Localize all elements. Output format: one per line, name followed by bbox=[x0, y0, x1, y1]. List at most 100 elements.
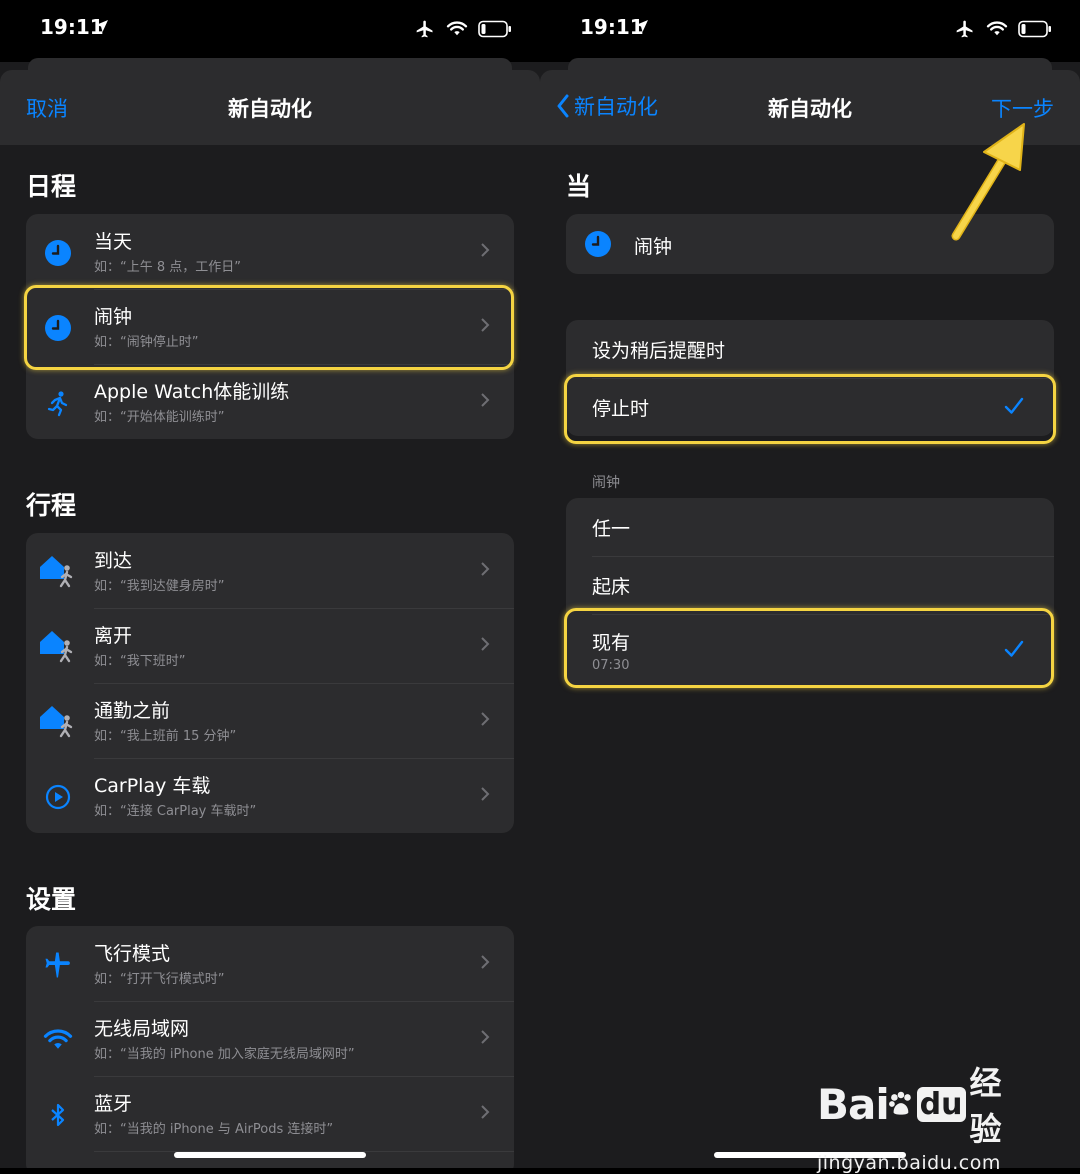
list-item-apple-watch-workout[interactable]: Apple Watch体能训练 如：“开始体能训练时” bbox=[26, 364, 514, 439]
settings-card: 飞行模式 如：“打开飞行模式时” 无线局域网 如：“当我的 iPhone 加入家… bbox=[26, 926, 514, 1168]
list-item-subtitle: 如：“闹钟停止时” bbox=[94, 335, 199, 350]
list-item-subtitle: 如：“我上班前 15 分钟” bbox=[94, 729, 237, 744]
annotation-arrow-icon bbox=[951, 123, 1025, 241]
running-figure-icon bbox=[47, 391, 68, 417]
checkmark-icon bbox=[1004, 397, 1024, 414]
list-item-title: CarPlay 车载 bbox=[94, 775, 211, 797]
chevron-right-icon bbox=[481, 1105, 490, 1119]
group-label-alarm: 闹钟 bbox=[592, 475, 620, 491]
option-label: 设为稍后提醒时 bbox=[592, 340, 726, 362]
clock-icon bbox=[45, 315, 71, 341]
list-item-before-commute[interactable]: 通勤之前 如：“我上班前 15 分钟” bbox=[26, 683, 514, 758]
airplane-mode-icon bbox=[956, 20, 973, 38]
list-item-arrive[interactable]: 到达 如：“我到达健身房时” bbox=[26, 533, 514, 608]
page-title: 新自动化 bbox=[228, 97, 312, 121]
option-existing[interactable]: 现有 07:30 bbox=[566, 614, 1054, 686]
list-item-subtitle: 如：“我下班时” bbox=[94, 654, 186, 669]
wifi-icon bbox=[986, 21, 1008, 36]
list-item-carplay[interactable]: CarPlay 车载 如：“连接 CarPlay 车载时” bbox=[26, 758, 514, 833]
chevron-right-icon bbox=[481, 318, 490, 332]
chevron-right-icon bbox=[481, 787, 490, 801]
trigger-list[interactable]: 日程 当天 如：“上午 8 点，工作日” 闹钟 如：“闹钟停止时” Apple … bbox=[0, 145, 540, 1168]
schedule-card: 当天 如：“上午 8 点，工作日” 闹钟 如：“闹钟停止时” Apple Wat… bbox=[26, 214, 514, 439]
event-options: 设为稍后提醒时 停止时 bbox=[566, 320, 1054, 436]
section-header-settings: 设置 bbox=[26, 885, 77, 914]
carplay-icon bbox=[45, 784, 71, 810]
chevron-right-icon bbox=[481, 243, 490, 257]
list-item-airplane-mode[interactable]: 飞行模式 如：“打开飞行模式时” bbox=[26, 926, 514, 1001]
list-item-subtitle: 如：“当我的 iPhone 加入家庭无线局域网时” bbox=[94, 1047, 355, 1062]
trigger-detail: 当 闹钟 设为稍后提醒时 停止时 闹钟 任一 起床 现有 07:30 bbox=[540, 145, 1080, 1168]
chevron-right-icon bbox=[481, 637, 490, 651]
airplane-icon bbox=[45, 952, 70, 978]
list-item-subtitle: 如：“开始体能训练时” bbox=[94, 410, 225, 425]
option-label: 停止时 bbox=[592, 398, 650, 420]
list-item-subtitle: 如：“连接 CarPlay 车载时” bbox=[94, 804, 257, 819]
list-item-title: 当天 bbox=[94, 231, 133, 253]
status-bar: 19:11 bbox=[540, 0, 1080, 62]
option-snoozed[interactable]: 设为稍后提醒时 bbox=[566, 320, 1054, 378]
status-icons bbox=[954, 19, 1052, 39]
chevron-right-icon bbox=[481, 393, 490, 407]
clock-icon bbox=[45, 240, 71, 266]
list-item-wifi[interactable]: 无线局域网 如：“当我的 iPhone 加入家庭无线局域网时” bbox=[26, 1001, 514, 1076]
list-item-title: 飞行模式 bbox=[94, 943, 171, 965]
watermark-url: jingyan.baidu.com bbox=[817, 1152, 1001, 1174]
airplane-mode-icon bbox=[416, 20, 433, 38]
option-label: 任一 bbox=[592, 518, 631, 540]
home-person-icon bbox=[40, 631, 73, 663]
chevron-right-icon bbox=[481, 1030, 490, 1044]
option-label: 现有 bbox=[592, 632, 631, 654]
alarm-options: 任一 起床 现有 07:30 bbox=[566, 498, 1054, 686]
wifi-icon bbox=[43, 1029, 73, 1049]
section-header-when: 当 bbox=[566, 172, 592, 201]
home-indicator bbox=[174, 1152, 366, 1158]
right-screen: 19:11 新自动化 新自动化 下一步 当 闹钟 设为稍后提醒时 停止时 闹钟 … bbox=[540, 0, 1080, 1168]
home-person-icon bbox=[40, 556, 73, 588]
status-icons bbox=[414, 19, 512, 39]
watermark: Bai du 经验 jingyan.baidu.com bbox=[817, 1058, 1022, 1174]
watermark-bai: Bai bbox=[817, 1079, 890, 1129]
left-screen: 19:11 取消 新自动化 日程 当天 如：“上午 8 点，工作日” 闹钟 如：… bbox=[0, 0, 540, 1168]
list-item-title: 通勤之前 bbox=[94, 700, 171, 722]
home-person-icon bbox=[40, 706, 73, 738]
list-item-title: 闹钟 bbox=[94, 306, 133, 328]
list-item-title: Apple Watch体能训练 bbox=[94, 381, 290, 403]
list-item-subtitle: 如：“当我的 iPhone 与 AirPods 连接时” bbox=[94, 1122, 334, 1137]
chevron-right-icon bbox=[481, 562, 490, 576]
list-item-subtitle: 如：“我到达健身房时” bbox=[94, 579, 225, 594]
battery-icon bbox=[478, 20, 511, 38]
list-item-title: 到达 bbox=[94, 550, 133, 572]
nav-bar: 取消 新自动化 bbox=[0, 70, 540, 145]
travel-card: 到达 如：“我到达健身房时” 离开 如：“我下班时” 通勤之前 如：“我上班前 … bbox=[26, 533, 514, 833]
option-stopped[interactable]: 停止时 bbox=[566, 378, 1054, 436]
option-wake-up[interactable]: 起床 bbox=[566, 556, 1054, 614]
list-item-bluetooth[interactable]: 蓝牙 如：“当我的 iPhone 与 AirPods 连接时” bbox=[26, 1076, 514, 1151]
list-item-title: 离开 bbox=[94, 625, 133, 647]
list-item-title: 蓝牙 bbox=[94, 1093, 133, 1115]
watermark-jingyan: 经验 bbox=[969, 1064, 1002, 1148]
bluetooth-icon bbox=[51, 1103, 65, 1127]
clock-icon bbox=[585, 231, 611, 257]
chevron-right-icon bbox=[481, 712, 490, 726]
chevron-right-icon bbox=[481, 955, 490, 969]
wifi-icon bbox=[446, 21, 468, 36]
status-bar: 19:11 bbox=[0, 0, 540, 62]
option-any[interactable]: 任一 bbox=[566, 498, 1054, 556]
section-header-travel: 行程 bbox=[26, 491, 77, 520]
section-header-schedule: 日程 bbox=[26, 172, 77, 201]
battery-icon bbox=[1018, 20, 1051, 38]
checkmark-icon bbox=[1004, 640, 1024, 657]
list-item-subtitle: 如：“打开飞行模式时” bbox=[94, 972, 225, 987]
selected-trigger-label: 闹钟 bbox=[634, 236, 673, 258]
list-item-alarm[interactable]: 闹钟 如：“闹钟停止时” bbox=[26, 289, 514, 364]
option-label: 起床 bbox=[592, 576, 631, 598]
option-sublabel: 07:30 bbox=[592, 658, 630, 673]
list-item-subtitle: 如：“上午 8 点，工作日” bbox=[94, 260, 242, 275]
paw-icon bbox=[888, 1091, 911, 1115]
list-item-time-of-day[interactable]: 当天 如：“上午 8 点，工作日” bbox=[26, 214, 514, 289]
watermark-logo: Bai du 经验 bbox=[817, 1058, 1022, 1150]
watermark-du: du bbox=[916, 1086, 966, 1122]
list-item-leave[interactable]: 离开 如：“我下班时” bbox=[26, 608, 514, 683]
location-arrow-icon bbox=[96, 20, 108, 32]
